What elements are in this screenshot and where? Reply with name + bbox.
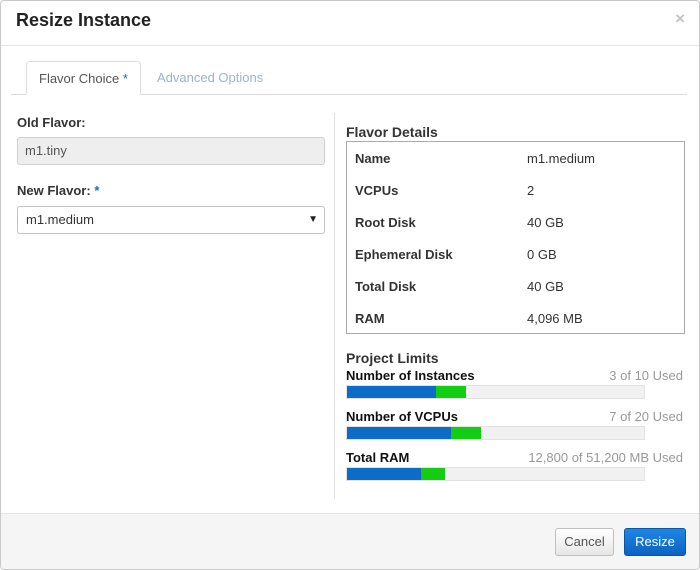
tab-label: Advanced Options (157, 70, 264, 85)
close-icon[interactable]: × (675, 9, 685, 29)
limit-label-vcpus: Number of VCPUs (346, 409, 458, 424)
detail-key: Root Disk (355, 215, 416, 230)
detail-key: RAM (355, 311, 385, 326)
detail-key: Ephemeral Disk (355, 247, 453, 262)
tab-flavor-choice[interactable]: Flavor Choice * (26, 61, 141, 95)
detail-value: 4,096 MB (527, 311, 583, 326)
progress-added (450, 427, 481, 439)
dialog-header: Resize Instance × (1, 1, 699, 46)
new-flavor-select[interactable]: m1.medium ▼ (17, 206, 325, 234)
resize-button[interactable]: Resize (624, 528, 686, 556)
limit-label-instances: Number of Instances (346, 368, 475, 383)
limit-used-instances: 3 of 10 Used (609, 368, 683, 383)
progress-used (347, 386, 437, 398)
column-divider (334, 113, 335, 499)
tab-advanced-options[interactable]: Advanced Options (145, 61, 275, 94)
cancel-button[interactable]: Cancel (555, 528, 614, 556)
dropdown-arrow-icon: ▼ (308, 214, 318, 225)
detail-row-vcpus: VCPUs 2 (347, 174, 684, 206)
progress-used (347, 468, 422, 480)
detail-row-total-disk: Total Disk 40 GB (347, 270, 684, 302)
detail-value: 0 GB (527, 247, 557, 262)
progress-bar-ram (346, 467, 645, 481)
old-flavor-field: m1.tiny (17, 137, 325, 165)
detail-key: VCPUs (355, 183, 399, 198)
resize-instance-dialog: Resize Instance × Flavor Choice * Advanc… (0, 0, 700, 570)
required-marker: * (94, 183, 100, 198)
progress-added (421, 468, 445, 480)
dialog-title: Resize Instance (16, 10, 152, 30)
new-flavor-label: New Flavor: * (17, 183, 99, 198)
progress-used (347, 427, 451, 439)
detail-key: Total Disk (355, 279, 417, 294)
old-flavor-label: Old Flavor: (17, 115, 86, 130)
progress-bar-instances (346, 385, 645, 399)
detail-row-ram: RAM 4,096 MB (347, 302, 684, 334)
limit-used-ram: 12,800 of 51,200 MB Used (528, 450, 683, 465)
flavor-details-heading: Flavor Details (346, 124, 438, 140)
detail-value: 40 GB (527, 215, 564, 230)
detail-value: 2 (527, 183, 535, 198)
limit-used-vcpus: 7 of 20 Used (609, 409, 683, 424)
flavor-details-table: Name m1.medium VCPUs 2 Root Disk 40 GB E… (346, 141, 685, 334)
detail-value: 40 GB (527, 279, 564, 294)
detail-value: m1.medium (527, 151, 595, 166)
required-marker: * (122, 71, 128, 86)
project-limits-heading: Project Limits (346, 350, 439, 366)
detail-row-ephemeral-disk: Ephemeral Disk 0 GB (347, 238, 684, 270)
old-flavor-value: m1.tiny (25, 143, 67, 158)
tab-label: Flavor Choice (39, 71, 120, 86)
detail-row-root-disk: Root Disk 40 GB (347, 206, 684, 238)
progress-bar-vcpus (346, 426, 645, 440)
tab-bar: Flavor Choice * Advanced Options (11, 61, 687, 95)
progress-added (436, 386, 466, 398)
detail-key: Name (355, 151, 391, 166)
new-flavor-selected-value: m1.medium (26, 212, 94, 227)
limit-label-ram: Total RAM (346, 450, 410, 465)
new-flavor-label-text: New Flavor: (17, 183, 91, 198)
detail-row-name: Name m1.medium (347, 142, 684, 174)
dialog-footer: Cancel Resize (1, 513, 699, 569)
